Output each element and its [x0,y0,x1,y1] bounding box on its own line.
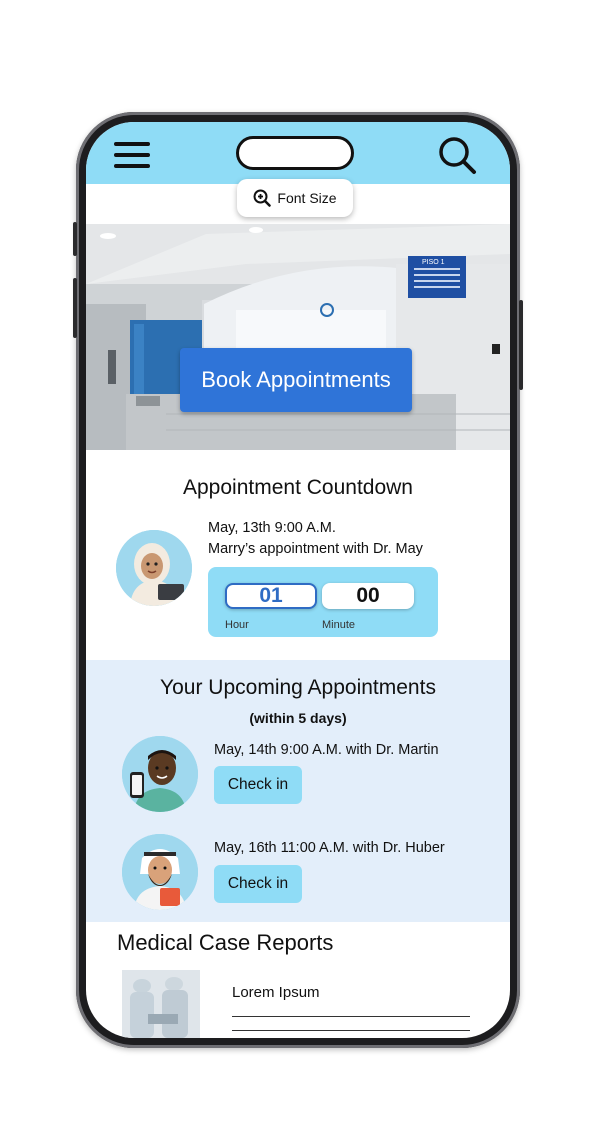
menu-icon[interactable] [114,142,150,168]
countdown-description: Marry’s appointment with Dr. May [208,541,423,557]
reports-title: Medical Case Reports [117,930,334,955]
check-in-button[interactable]: Check in [214,766,302,804]
countdown-title: Appointment Countdown [183,476,413,499]
book-appointments-button[interactable]: Book Appointments [180,348,412,412]
phone-side-button [73,222,77,256]
hospital-lobby-image: PISO 1 [86,224,510,450]
floor-sign-text: PISO 1 [422,259,445,266]
upcoming-title: Your Upcoming Appointments [160,676,436,699]
minute-label: Minute [322,619,356,631]
report-thumbnail[interactable] [122,970,200,1038]
phone-screen: Font Size PISO 1 Book Appointments Appoi… [86,122,510,1038]
phone-side-button [73,278,77,338]
font-size-button[interactable]: Font Size [237,179,353,217]
divider [232,1016,470,1017]
upcoming-appointments-section: Your Upcoming Appointments (within 5 day… [86,660,510,922]
top-bar [86,122,510,184]
divider [232,1030,470,1031]
hour-label: Hour [225,619,249,631]
doctor-avatar [122,834,198,910]
upcoming-subtitle: (within 5 days) [249,710,347,726]
dynamic-island [236,136,354,170]
hero-banner: PISO 1 Book Appointments [86,224,510,450]
countdown-timer: 01 00 Hour Minute [208,567,438,637]
check-in-button[interactable]: Check in [214,865,302,903]
phone-side-button [519,300,523,390]
countdown-hours: 01 [225,583,317,609]
patient-avatar [116,530,192,606]
doctor-avatar [122,736,198,812]
countdown-minutes: 00 [322,583,414,609]
zoom-icon [253,189,272,207]
search-icon[interactable] [436,134,478,176]
appointment-details: May, 16th 11:00 A.M. with Dr. Huber [214,840,445,856]
report-title[interactable]: Lorem Ipsum [232,984,320,1001]
font-size-label: Font Size [277,190,337,206]
appointment-details: May, 14th 9:00 A.M. with Dr. Martin [214,742,439,758]
countdown-date: May, 13th 9:00 A.M. [208,520,336,536]
